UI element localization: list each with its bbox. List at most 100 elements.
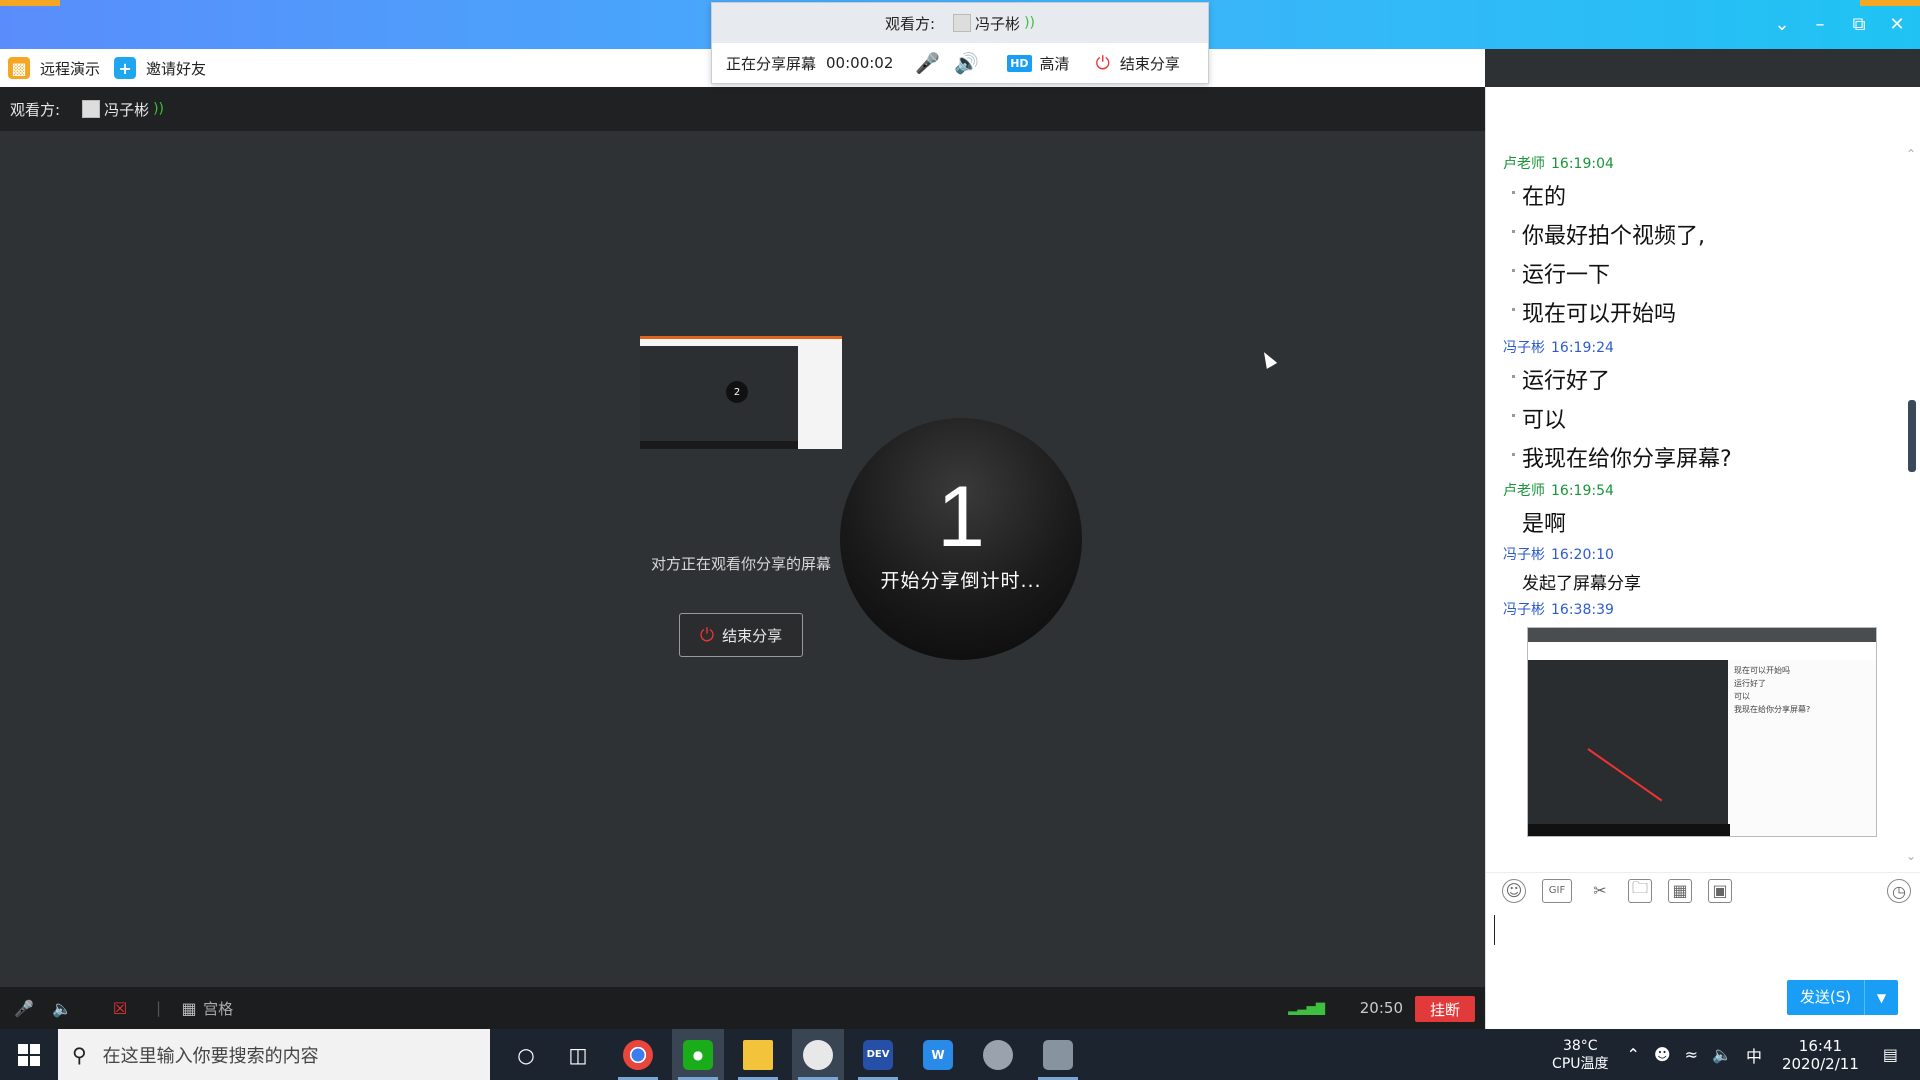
send-button-group: 发送(S) ▼ bbox=[1787, 980, 1898, 1015]
minimize-icon[interactable]: – bbox=[1808, 12, 1832, 36]
share-control-popup: 观看方: 冯子彬 )) 正在分享屏幕 00:00:02 🎤 🔊 HD 高清 ⏻ … bbox=[711, 2, 1209, 84]
start-button[interactable] bbox=[0, 1029, 58, 1080]
voice-signal-icon: )) bbox=[1024, 15, 1035, 31]
red-arrow bbox=[1587, 748, 1663, 802]
message-time: 16:19:04 bbox=[1551, 156, 1614, 172]
folder-icon[interactable]: 🗀 bbox=[1628, 878, 1652, 903]
grid-view-button[interactable]: 宫格 bbox=[203, 998, 233, 1019]
shot-control-bar bbox=[1528, 824, 1730, 836]
plus-icon: + bbox=[114, 57, 137, 79]
chrome-icon[interactable] bbox=[612, 1029, 664, 1080]
sender-name: 冯子彬 bbox=[1503, 602, 1545, 618]
chevron-up-icon[interactable]: ⌃ bbox=[1627, 1045, 1640, 1064]
qq-icon[interactable] bbox=[792, 1029, 844, 1080]
chat-system-line: 发起了屏幕分享 bbox=[1522, 574, 1641, 594]
call-duration: 20:50 bbox=[1359, 999, 1403, 1017]
power-icon: ⏻ bbox=[699, 624, 715, 646]
chat-message-line: 运行一下 bbox=[1512, 257, 1610, 289]
network-signal-icon: ▂▃▅▇ bbox=[1288, 1001, 1325, 1015]
hangup-button[interactable]: 挂断 bbox=[1415, 996, 1475, 1022]
emoji-icon[interactable]: ☺ bbox=[1502, 878, 1526, 903]
app-icon[interactable] bbox=[972, 1029, 1024, 1080]
grid-icon[interactable]: ▦ bbox=[175, 994, 203, 1022]
cpu-temperature[interactable]: 38°C CPU温度 bbox=[1552, 1037, 1608, 1073]
share-status: 正在分享屏幕 bbox=[726, 54, 817, 73]
send-options-chevron-icon[interactable]: ▼ bbox=[1865, 991, 1898, 1005]
send-button[interactable]: 发送(S) bbox=[1787, 980, 1865, 1015]
corner-accent bbox=[0, 0, 60, 6]
file-explorer-icon[interactable] bbox=[732, 1029, 784, 1080]
message-meta: 卢老师 16:19:04 bbox=[1503, 153, 1614, 173]
chat-message-line: 在的 bbox=[1512, 179, 1566, 211]
scroll-down-icon[interactable]: ⌄ bbox=[1906, 849, 1916, 863]
snapshot-icon[interactable]: ▦ bbox=[1668, 878, 1692, 903]
notification-icon[interactable]: ▤ bbox=[1883, 1045, 1898, 1064]
chat-scrollbar[interactable] bbox=[1908, 400, 1916, 472]
speaker-icon[interactable]: 🔈 bbox=[48, 994, 76, 1022]
viewer-name: 冯子彬 bbox=[104, 100, 150, 119]
chat-toolbar: ☺ GIF ✂ 🗀 ▦ ▣ ◷ bbox=[1486, 872, 1920, 908]
cortana-icon[interactable]: ○ bbox=[500, 1029, 552, 1080]
main-stage: 观看方: 冯子彬 )) bbox=[0, 87, 1485, 987]
message-time: 16:19:24 bbox=[1551, 340, 1614, 356]
power-icon: ⏻ bbox=[1095, 52, 1110, 74]
close-icon[interactable]: ✕ bbox=[1885, 12, 1909, 36]
wechat-icon[interactable]: ● bbox=[672, 1029, 724, 1080]
chat-message-line: 我现在给你分享屏幕? bbox=[1512, 441, 1732, 473]
chat-message-line: 是啊 bbox=[1522, 512, 1567, 537]
shot-toolbar bbox=[1528, 642, 1876, 660]
microphone-icon[interactable]: 🎤 bbox=[10, 994, 38, 1022]
system-tray: 38°C CPU温度 ⌃ ☻ ≈ 🔈 中 16:41 2020/2/11 ▤ bbox=[1552, 1029, 1920, 1080]
speaker-icon[interactable]: 🔊 bbox=[954, 51, 979, 75]
chart-icon: ▩ bbox=[8, 57, 30, 79]
share-preview-thumbnail: 2 bbox=[640, 336, 842, 449]
chat-message-line: 可以 bbox=[1512, 402, 1566, 434]
volume-icon[interactable]: 🔈 bbox=[1712, 1045, 1732, 1064]
chat-image-screenshot[interactable]: 现在可以开始吗 运行好了 可以 我现在给你分享屏幕? bbox=[1527, 627, 1877, 837]
remote-demo-button[interactable]: ▩ 远程演示 bbox=[8, 57, 100, 79]
qq-tray-icon[interactable]: ☻ bbox=[1654, 1045, 1671, 1064]
message-meta: 冯子彬 16:20:10 bbox=[1503, 544, 1614, 564]
share-popup-viewer-row: 观看方: 冯子彬 )) bbox=[712, 3, 1208, 43]
chat-message-line: 现在可以开始吗 bbox=[1512, 296, 1676, 328]
scroll-up-icon[interactable]: ⌃ bbox=[1906, 147, 1916, 161]
collapse-icon[interactable]: ⌄ bbox=[1770, 12, 1794, 36]
thumb-countdown: 2 bbox=[726, 381, 748, 403]
sender-name: 冯子彬 bbox=[1503, 340, 1545, 356]
chat-panel: 卢老师 16:19:04 在的 你最好拍个视频了, 运行一下 现在可以开始吗 冯子… bbox=[1485, 87, 1920, 1029]
taskbar-search-box[interactable]: ⚲ 在这里输入你要搜索的内容 bbox=[58, 1029, 490, 1080]
sender-name: 冯子彬 bbox=[1503, 547, 1545, 563]
end-share-button[interactable]: ⏻ 结束分享 bbox=[679, 613, 803, 657]
scissors-icon[interactable]: ✂ bbox=[1588, 879, 1612, 903]
call-control-bar: 🎤 🔈 ☒ | ▦ 宫格 ▂▃▅▇ 20:50 挂断 bbox=[0, 987, 1485, 1029]
gif-icon[interactable]: GIF bbox=[1542, 878, 1572, 903]
quality-button[interactable]: 高清 bbox=[1040, 53, 1070, 74]
wifi-icon[interactable]: ≈ bbox=[1685, 1045, 1698, 1064]
share-popup-viewer-label: 观看方: bbox=[884, 14, 936, 33]
shot-titlebar bbox=[1528, 628, 1876, 642]
countdown-label: 开始分享倒计时... bbox=[880, 570, 1042, 592]
app-icon[interactable] bbox=[1032, 1029, 1084, 1080]
system-clock[interactable]: 16:41 2020/2/11 bbox=[1782, 1037, 1859, 1073]
share-popup-control-row: 正在分享屏幕 00:00:02 🎤 🔊 HD 高清 ⏻ 结束分享 bbox=[712, 43, 1208, 83]
history-clock-icon[interactable]: ◷ bbox=[1887, 879, 1911, 903]
watching-text: 对方正在观看你分享的屏幕 bbox=[650, 555, 831, 573]
voice-signal-icon: )) bbox=[153, 101, 165, 117]
invite-friends-button[interactable]: + 邀请好友 bbox=[114, 57, 206, 79]
popup-end-share-button[interactable]: 结束分享 bbox=[1120, 53, 1180, 74]
wps-writer-icon[interactable]: W bbox=[912, 1029, 964, 1080]
text-input-caret[interactable] bbox=[1494, 915, 1495, 945]
restore-icon[interactable]: ⧉ bbox=[1847, 12, 1871, 36]
sender-name: 卢老师 bbox=[1503, 483, 1545, 499]
avatar bbox=[82, 100, 101, 118]
microphone-icon[interactable]: 🎤 bbox=[915, 51, 940, 75]
image-icon[interactable]: ▣ bbox=[1708, 878, 1732, 903]
corner-accent bbox=[1860, 0, 1920, 6]
viewer-label: 观看方: bbox=[10, 100, 61, 119]
message-time: 16:38:39 bbox=[1551, 602, 1614, 618]
ime-indicator[interactable]: 中 bbox=[1746, 1043, 1762, 1067]
dev-cpp-icon[interactable]: DEV bbox=[852, 1029, 904, 1080]
message-list[interactable]: 卢老师 16:19:04 在的 你最好拍个视频了, 运行一下 现在可以开始吗 冯子… bbox=[1486, 87, 1906, 867]
task-view-icon[interactable]: ◫ bbox=[552, 1029, 604, 1080]
camera-off-icon[interactable]: ☒ bbox=[106, 994, 134, 1022]
